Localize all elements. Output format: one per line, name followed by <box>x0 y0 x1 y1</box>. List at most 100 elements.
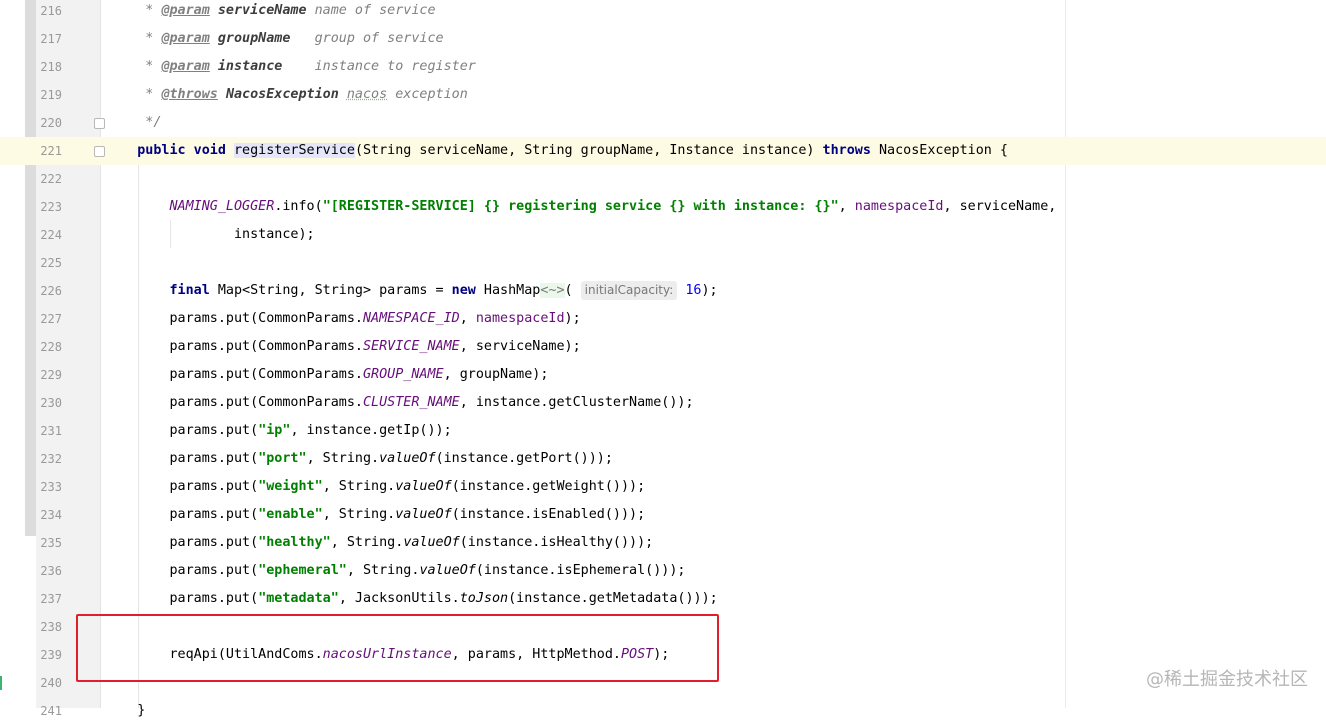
code-line[interactable]: 219 * @throws NacosException nacos excep… <box>0 81 1326 109</box>
code-text: instance); <box>105 221 315 249</box>
code-text: params.put("healthy", String.valueOf(ins… <box>105 529 653 557</box>
code-token: ( <box>564 283 581 298</box>
code-line[interactable]: 229 params.put(CommonParams.GROUP_NAME, … <box>0 361 1326 389</box>
code-line[interactable]: 241 } <box>0 697 1326 725</box>
code-line[interactable]: 233 params.put("weight", String.valueOf(… <box>0 473 1326 501</box>
code-token: params.put(CommonParams. <box>105 339 363 354</box>
code-token: (instance.getMetadata())); <box>508 591 718 606</box>
fold-icon[interactable] <box>94 118 105 129</box>
code-text: public void registerService(String servi… <box>105 137 1008 165</box>
code-token: NacosException <box>225 87 339 102</box>
line-number: 230 <box>40 396 62 410</box>
code-line[interactable]: 234 params.put("enable", String.valueOf(… <box>0 501 1326 529</box>
code-token: "[REGISTER-SERVICE] {} registering servi… <box>322 199 839 214</box>
line-number: 224 <box>40 228 62 242</box>
code-line[interactable]: 225 <box>0 249 1326 277</box>
code-text: params.put("ephemeral", String.valueOf(i… <box>105 557 685 585</box>
code-line[interactable]: 231 params.put("ip", instance.getIp()); <box>0 417 1326 445</box>
code-token: , String. <box>346 563 420 578</box>
code-token: serviceName <box>217 3 307 18</box>
code-token: * <box>105 59 162 74</box>
code-token: ); <box>564 311 581 326</box>
code-token: Map<String, String> params = <box>209 283 452 298</box>
code-token: groupName <box>217 31 291 46</box>
code-token: name of service <box>306 3 436 18</box>
code-line[interactable]: 217 * @param groupName group of service <box>0 25 1326 53</box>
code-token: , groupName); <box>443 367 549 382</box>
code-token: ); <box>701 283 718 298</box>
line-number: 226 <box>40 284 62 298</box>
line-number: 238 <box>40 620 62 634</box>
line-number: 240 <box>40 676 62 690</box>
code-text: * @throws NacosException nacos exception <box>105 81 468 109</box>
code-token: valueOf <box>379 451 436 466</box>
code-line[interactable]: 221 public void registerService(String s… <box>0 137 1326 165</box>
code-line[interactable]: 216 * @param serviceName name of service <box>0 0 1326 25</box>
code-token: "metadata" <box>258 591 339 606</box>
line-number: 239 <box>40 648 62 662</box>
code-token: "ip" <box>258 423 291 438</box>
code-line[interactable]: 226 final Map<String, String> params = n… <box>0 277 1326 305</box>
code-text: final Map<String, String> params = new H… <box>105 277 718 305</box>
code-token: CLUSTER_NAME <box>362 395 460 410</box>
line-number: 237 <box>40 592 62 606</box>
code-token: , serviceName); <box>459 339 581 354</box>
code-token: (instance.isEphemeral())); <box>475 563 686 578</box>
code-token: "weight" <box>258 479 323 494</box>
code-text: params.put("ip", instance.getIp()); <box>105 417 452 445</box>
code-line[interactable]: 237 params.put("metadata", JacksonUtils.… <box>0 585 1326 613</box>
code-line[interactable]: 218 * @param instance instance to regist… <box>0 53 1326 81</box>
code-line[interactable]: 227 params.put(CommonParams.NAMESPACE_ID… <box>0 305 1326 333</box>
code-line[interactable]: 236 params.put("ephemeral", String.value… <box>0 557 1326 585</box>
code-token: */ <box>105 115 162 130</box>
code-editor[interactable]: 216 * @param serviceName name of service… <box>0 0 1326 718</box>
line-number: 222 <box>40 172 62 186</box>
code-line[interactable]: 228 params.put(CommonParams.SERVICE_NAME… <box>0 333 1326 361</box>
code-line[interactable]: 223 NAMING_LOGGER.info("[REGISTER-SERVIC… <box>0 193 1326 221</box>
code-line[interactable]: 222 <box>0 165 1326 193</box>
code-line[interactable]: 232 params.put("port", String.valueOf(in… <box>0 445 1326 473</box>
code-token: , String. <box>322 479 396 494</box>
code-token: , String. <box>306 451 380 466</box>
code-text: } <box>105 697 145 725</box>
code-text: NAMING_LOGGER.info("[REGISTER-SERVICE] {… <box>105 193 1057 221</box>
code-token: params.put( <box>105 423 259 438</box>
code-token: @throws <box>161 87 218 102</box>
fold-icon[interactable] <box>94 146 105 157</box>
code-token: , instance.getIp()); <box>290 423 452 438</box>
code-text: * @param groupName group of service <box>105 25 443 53</box>
line-number: 236 <box>40 564 62 578</box>
code-token: GROUP_NAME <box>362 367 444 382</box>
code-text: params.put("port", String.valueOf(instan… <box>105 445 612 473</box>
code-token: * <box>105 87 162 102</box>
line-number: 216 <box>40 4 62 18</box>
code-line[interactable]: 220 */ <box>0 109 1326 137</box>
code-token: <~> <box>540 283 565 298</box>
code-token: params.put( <box>105 507 259 522</box>
code-token: instance); <box>105 227 315 242</box>
line-number: 231 <box>40 424 62 438</box>
line-number: 229 <box>40 368 62 382</box>
code-token: params.put(CommonParams. <box>105 395 363 410</box>
code-line[interactable]: 230 params.put(CommonParams.CLUSTER_NAME… <box>0 389 1326 417</box>
code-token: namespaceId <box>854 199 944 214</box>
code-token: instance <box>217 59 283 74</box>
line-number: 225 <box>40 256 62 270</box>
code-token: valueOf <box>403 535 460 550</box>
code-line[interactable]: 235 params.put("healthy", String.valueOf… <box>0 529 1326 557</box>
line-number: 234 <box>40 508 62 522</box>
code-text: * @param serviceName name of service <box>105 0 436 25</box>
code-token: params.put(CommonParams. <box>105 367 363 382</box>
code-token: "ephemeral" <box>258 563 347 578</box>
line-number: 220 <box>40 116 62 130</box>
code-line[interactable]: 224 instance); <box>0 221 1326 249</box>
code-token: params.put( <box>105 591 259 606</box>
code-token: valueOf <box>419 563 476 578</box>
code-token: @param <box>161 59 210 74</box>
line-number: 227 <box>40 312 62 326</box>
code-token: instance to register <box>282 59 476 74</box>
line-number: 217 <box>40 32 62 46</box>
